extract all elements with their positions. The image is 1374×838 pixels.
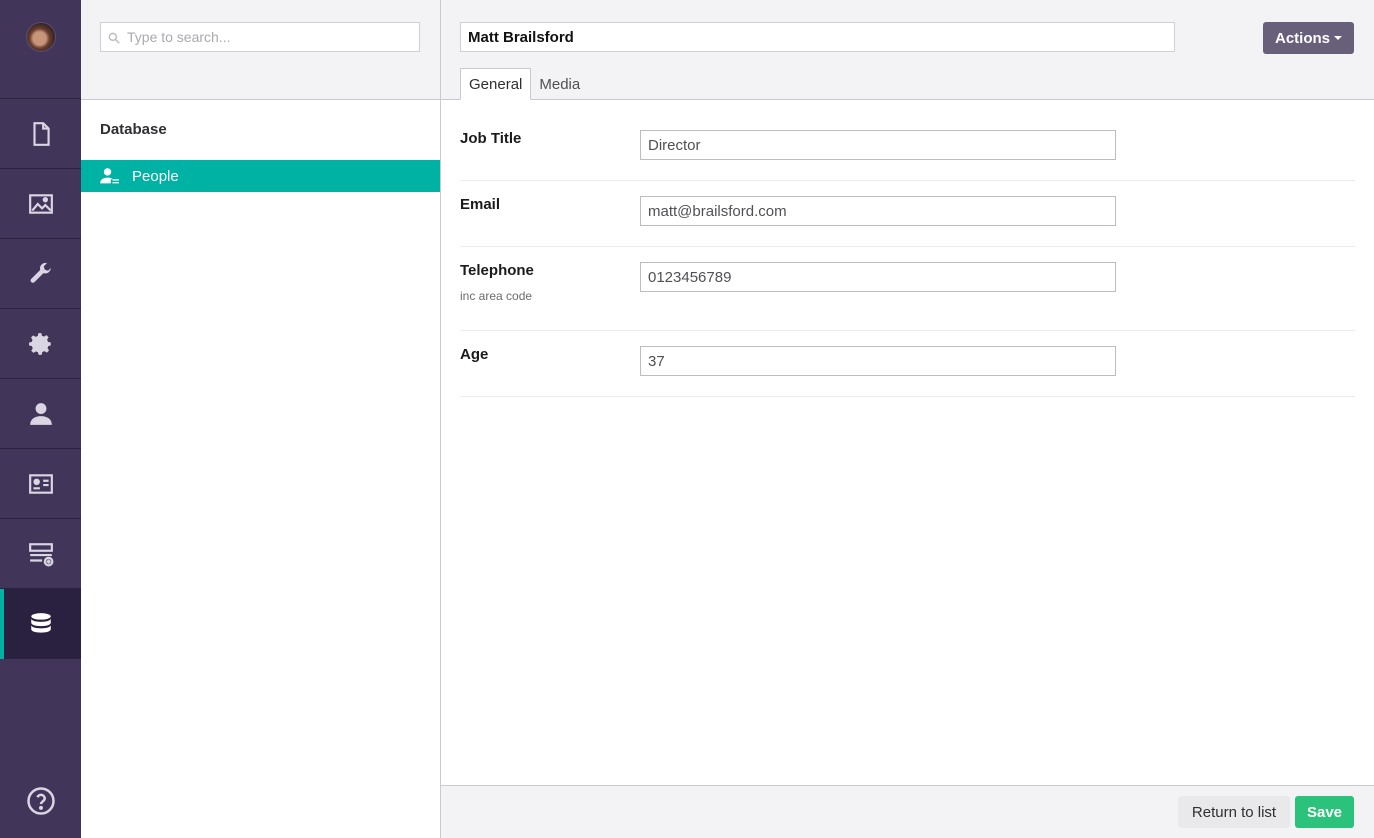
help-button[interactable]: [0, 786, 81, 816]
property-label: Email: [460, 196, 501, 213]
property-row-email: Email: [460, 181, 1355, 247]
actions-label: Actions: [1274, 29, 1330, 47]
property-row-age: Age: [460, 331, 1355, 397]
user-icon: [29, 402, 52, 425]
user-list-icon: [100, 168, 119, 184]
document-icon: [32, 121, 50, 146]
return-to-list-button[interactable]: Return to list: [1178, 796, 1290, 828]
editor-tabs: General Media: [460, 68, 588, 100]
image-icon: [28, 193, 53, 214]
section-forms[interactable]: [0, 519, 81, 589]
section-database[interactable]: [0, 589, 81, 659]
tab-general[interactable]: General: [460, 68, 532, 100]
section-content[interactable]: [0, 99, 81, 169]
email-field[interactable]: [640, 196, 1116, 226]
form-add-icon: [28, 542, 53, 566]
tree-root-label: Database: [100, 121, 167, 138]
editor-header: Actions General Media: [441, 0, 1374, 100]
property-label: Job Title: [460, 130, 522, 147]
avatar-section: [0, 0, 81, 99]
tree-item-people[interactable]: People: [81, 160, 440, 192]
database-icon: [30, 612, 51, 633]
tree-search: [100, 22, 420, 52]
property-row-telephone: Telephone inc area code: [460, 247, 1355, 331]
editor-panel: Actions General Media Job Title Email Te…: [441, 0, 1374, 838]
id-card-icon: [28, 473, 53, 494]
property-list: Job Title Email Telephone inc area code …: [460, 100, 1355, 397]
property-label: Telephone: [460, 262, 534, 279]
gear-icon: [28, 332, 51, 355]
save-button[interactable]: Save: [1295, 796, 1354, 828]
section-settings-tools[interactable]: [0, 239, 81, 309]
age-field[interactable]: [640, 346, 1116, 376]
search-icon: [108, 32, 120, 44]
section-members[interactable]: [0, 449, 81, 519]
help-icon: [26, 787, 55, 815]
telephone-field[interactable]: [640, 262, 1116, 292]
tab-media[interactable]: Media: [531, 68, 588, 100]
search-input[interactable]: [101, 23, 419, 51]
property-label: Age: [460, 346, 489, 363]
editor-footer: Return to list Save: [441, 785, 1374, 838]
section-settings[interactable]: [0, 309, 81, 379]
tree-item-label: People: [132, 167, 179, 185]
job-title-field[interactable]: [640, 130, 1116, 160]
actions-button[interactable]: Actions: [1263, 22, 1354, 54]
name-input[interactable]: [460, 22, 1175, 52]
property-row-job-title: Job Title: [460, 100, 1355, 181]
main-navigation-rail: [0, 0, 81, 838]
property-description: inc area code: [460, 289, 533, 303]
wrench-icon: [30, 262, 51, 283]
tree-panel: Database People: [81, 0, 441, 838]
section-media[interactable]: [0, 169, 81, 239]
tree-header: [81, 0, 440, 100]
user-avatar[interactable]: [25, 22, 56, 52]
caret-down-icon: [1334, 36, 1342, 40]
section-users[interactable]: [0, 379, 81, 449]
